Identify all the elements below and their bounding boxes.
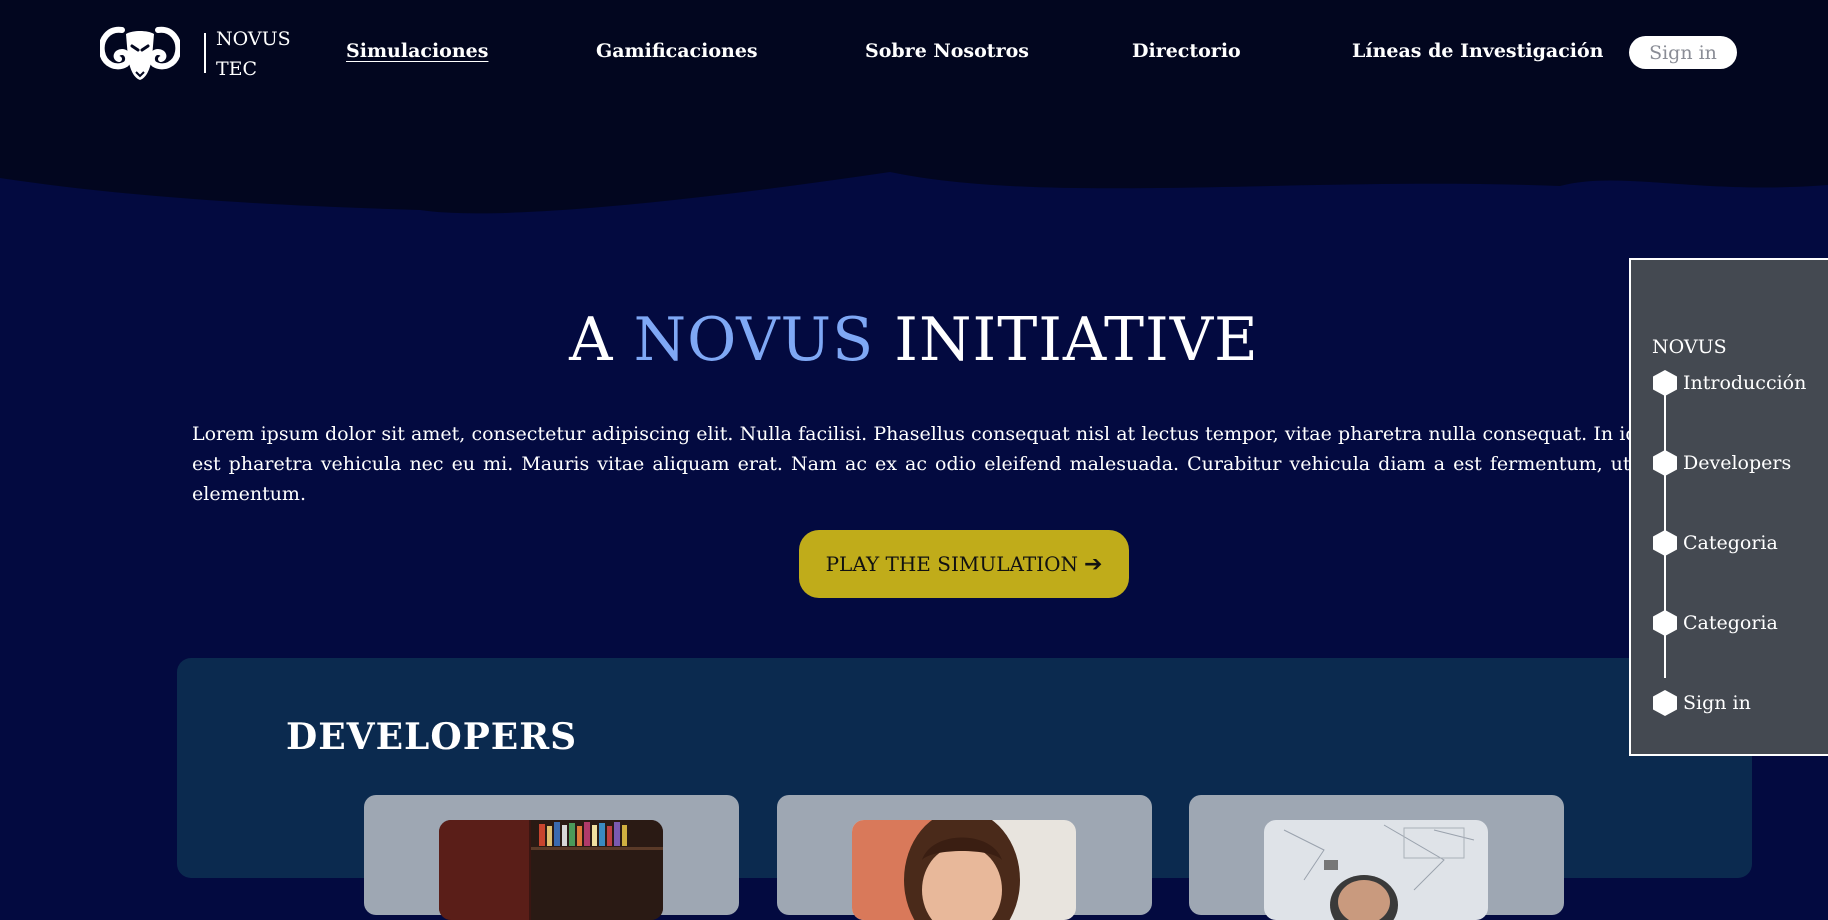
hero-title-prefix: A [569,305,614,375]
hexagon-icon [1653,530,1677,556]
hero-title-accent: NOVUS [633,305,875,375]
developer-card[interactable] [364,795,739,920]
hero-title-suffix: INITIATIVE [894,305,1259,375]
navbar: NOVUS TEC Simulaciones Gamificaciones So… [0,0,1828,106]
play-simulation-button[interactable]: PLAY THE SIMULATION ➔ [799,530,1129,598]
hero-title: A NOVUS INITIATIVE [0,305,1828,375]
side-nav-label: Sign in [1683,692,1751,714]
side-nav-item-introduccion[interactable]: Introducción [1651,369,1806,397]
side-nav-label: Categoria [1683,532,1778,554]
side-nav-label: Categoria [1683,612,1778,634]
side-nav-label: Developers [1683,452,1792,474]
developer-photo-3 [1264,820,1488,920]
developers-section: DEVELOPERS [177,658,1752,920]
hexagon-icon [1653,370,1677,396]
hero-description: Lorem ipsum dolor sit amet, consectetur … [192,423,1740,505]
hexagon-icon [1653,450,1677,476]
side-nav-item-developers[interactable]: Developers [1651,449,1791,477]
brand-line-2: TEC [216,58,258,80]
developers-title: DEVELOPERS [286,716,578,758]
nav-gamificaciones[interactable]: Gamificaciones [596,40,758,62]
developer-card[interactable] [777,795,1152,920]
brand-line-1: NOVUS [216,28,291,50]
ram-head-icon[interactable] [98,24,182,82]
side-nav-label: Introducción [1683,372,1807,394]
brand-name[interactable]: NOVUS TEC [216,24,291,84]
arrow-right-icon: ➔ [1083,551,1103,577]
play-simulation-label: PLAY THE SIMULATION [825,552,1078,576]
nav-simulaciones[interactable]: Simulaciones [346,40,488,62]
developer-photo-2 [852,820,1076,920]
side-nav-title: NOVUS [1652,336,1727,358]
hexagon-icon [1653,610,1677,636]
side-navigation-panel: NOVUS Introducción Developers Categoria … [1629,258,1828,756]
developer-photo-1 [439,820,663,920]
side-nav-item-categoria-1[interactable]: Categoria [1651,529,1778,557]
nav-directorio[interactable]: Directorio [1132,40,1241,62]
side-nav-item-categoria-2[interactable]: Categoria [1651,609,1778,637]
side-nav-item-sign-in[interactable]: Sign in [1651,689,1751,717]
nav-sobre-nosotros[interactable]: Sobre Nosotros [865,40,1029,62]
hexagon-icon [1653,690,1677,716]
sign-in-button[interactable]: Sign in [1629,36,1737,69]
nav-lineas-investigacion[interactable]: Líneas de Investigación [1352,40,1603,62]
developer-card[interactable] [1189,795,1564,920]
brand-divider [204,33,206,73]
